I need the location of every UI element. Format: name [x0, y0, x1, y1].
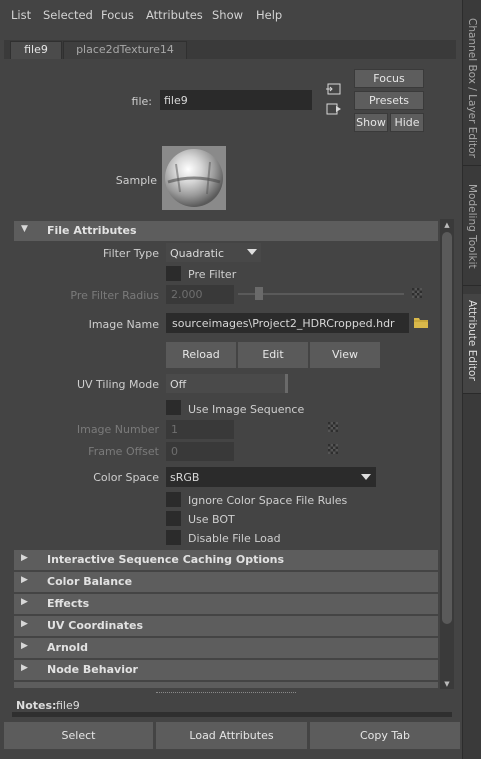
folder-icon[interactable] [413, 315, 429, 329]
section-effects[interactable]: ▶ Effects [14, 594, 438, 614]
menu-attributes[interactable]: Attributes [146, 8, 203, 22]
view-button[interactable]: View [310, 342, 380, 368]
pre-filter-radius-label: Pre Filter Radius [70, 289, 159, 302]
notes-label: Notes: [16, 699, 57, 712]
section-node-behavior[interactable]: ▶ Node Behavior [14, 660, 438, 680]
menu-list[interactable]: List [11, 8, 31, 22]
scrollbar-thumb[interactable] [442, 232, 452, 624]
expand-triangle-icon: ▶ [21, 619, 28, 629]
expand-triangle-icon: ▶ [21, 597, 28, 607]
presets-button[interactable]: Presets [354, 91, 424, 110]
menu-focus[interactable]: Focus [101, 8, 134, 22]
show-button[interactable]: Show [354, 113, 388, 132]
image-name-field[interactable]: sourceimages\Project2_HDRCropped.hdr [166, 313, 409, 333]
tab-place2dtexture14[interactable]: place2dTexture14 [63, 41, 187, 59]
section-color-balance[interactable]: ▶ Color Balance [14, 572, 438, 592]
section-arnold[interactable]: ▶ Arnold [14, 638, 438, 658]
tab-modeling-toolkit-label: Modeling Toolkit [466, 184, 478, 269]
expand-triangle-icon: ▶ [21, 575, 28, 585]
sample-swatch[interactable] [162, 146, 226, 210]
color-space-label: Color Space [93, 471, 159, 484]
reload-button[interactable]: Reload [166, 342, 236, 368]
notes-text-area[interactable] [12, 712, 452, 717]
use-image-sequence-label: Use Image Sequence [188, 403, 305, 416]
scroll-up-icon[interactable]: ▲ [442, 221, 452, 229]
uv-tiling-mode-label: UV Tiling Mode [76, 378, 159, 391]
section-file-attributes[interactable]: ▼ File Attributes [14, 221, 438, 241]
expand-triangle-icon: ▶ [21, 641, 28, 651]
section-title: Effects [47, 597, 90, 610]
file-name-field[interactable]: file9 [160, 90, 312, 110]
pre-filter-checkbox[interactable] [166, 266, 181, 281]
use-bot-label: Use BOT [188, 513, 235, 526]
tab-modeling-toolkit[interactable]: Modeling Toolkit [463, 176, 481, 286]
uv-tiling-mode-dropdown[interactable]: Off [166, 374, 288, 393]
output-connection-icon[interactable] [326, 103, 342, 115]
slider-handle[interactable] [255, 287, 263, 300]
menu-selected[interactable]: Selected [43, 8, 93, 22]
expand-triangle-icon: ▶ [21, 663, 28, 673]
filter-type-value: Quadratic [170, 247, 225, 260]
frame-offset-map-icon[interactable] [328, 444, 338, 454]
section-title: UV Coordinates [47, 619, 144, 632]
side-tab-rail: Channel Box / Layer Editor Modeling Tool… [462, 0, 481, 759]
color-space-dropdown[interactable]: sRGB [166, 467, 376, 487]
section-title: Arnold [47, 641, 88, 654]
filter-type-label: Filter Type [102, 247, 159, 260]
section-title: Color Balance [47, 575, 133, 588]
image-number-field[interactable]: 1 [166, 420, 234, 439]
ignore-color-space-rules-checkbox[interactable] [166, 492, 181, 507]
image-number-label: Image Number [76, 423, 159, 436]
section-title: Interactive Sequence Caching Options [47, 553, 285, 566]
section-file-attributes-title: File Attributes [47, 224, 137, 237]
section-partial [14, 682, 438, 688]
tab-channel-box-label: Channel Box / Layer Editor [466, 18, 478, 158]
tab-attribute-editor[interactable]: Attribute Editor [463, 294, 481, 394]
copy-tab-button[interactable]: Copy Tab [310, 722, 460, 749]
edit-button[interactable]: Edit [238, 342, 308, 368]
notes-value: file9 [56, 699, 80, 712]
pre-filter-label: Pre Filter [188, 268, 237, 281]
image-number-map-icon[interactable] [328, 422, 338, 432]
focus-button[interactable]: Focus [354, 69, 424, 88]
tab-attribute-editor-label: Attribute Editor [466, 300, 478, 381]
menu-bar: List Selected Focus Attributes Show Help [0, 0, 462, 30]
sample-label: Sample [115, 174, 157, 187]
node-tab-strip: file9 place2dTexture14 [4, 40, 456, 59]
pre-filter-radius-field[interactable]: 2.000 [166, 285, 234, 304]
section-interactive-sequence-caching[interactable]: ▶ Interactive Sequence Caching Options [14, 550, 438, 570]
collapse-triangle-icon: ▼ [21, 224, 28, 234]
frame-offset-field[interactable]: 0 [166, 442, 234, 461]
input-connection-icon[interactable] [326, 83, 342, 95]
section-uv-coordinates[interactable]: ▶ UV Coordinates [14, 616, 438, 636]
chevron-down-icon [361, 474, 371, 480]
filter-type-dropdown[interactable]: Quadratic [166, 243, 261, 262]
select-button[interactable]: Select [4, 722, 153, 749]
ignore-color-space-rules-label: Ignore Color Space File Rules [188, 494, 348, 507]
image-name-label: Image Name [88, 318, 159, 331]
tab-file9[interactable]: file9 [10, 41, 62, 59]
use-bot-checkbox[interactable] [166, 511, 181, 526]
scroll-down-icon[interactable]: ▼ [442, 680, 452, 688]
expand-triangle-icon: ▶ [21, 553, 28, 563]
splitter-handle[interactable] [156, 692, 296, 694]
menu-show[interactable]: Show [212, 8, 243, 22]
use-image-sequence-checkbox[interactable] [166, 400, 181, 415]
load-attributes-button[interactable]: Load Attributes [156, 722, 307, 749]
file-label: file: [131, 95, 152, 108]
disable-file-load-label: Disable File Load [188, 532, 281, 545]
menu-help[interactable]: Help [256, 8, 282, 22]
disable-file-load-checkbox[interactable] [166, 530, 181, 545]
tab-channel-box-layer-editor[interactable]: Channel Box / Layer Editor [463, 6, 481, 166]
frame-offset-label: Frame Offset [88, 445, 159, 458]
map-button-icon[interactable] [412, 288, 422, 298]
chevron-down-icon [247, 249, 257, 255]
section-title: Node Behavior [47, 663, 138, 676]
color-space-value: sRGB [170, 471, 200, 484]
hide-button[interactable]: Hide [390, 113, 424, 132]
